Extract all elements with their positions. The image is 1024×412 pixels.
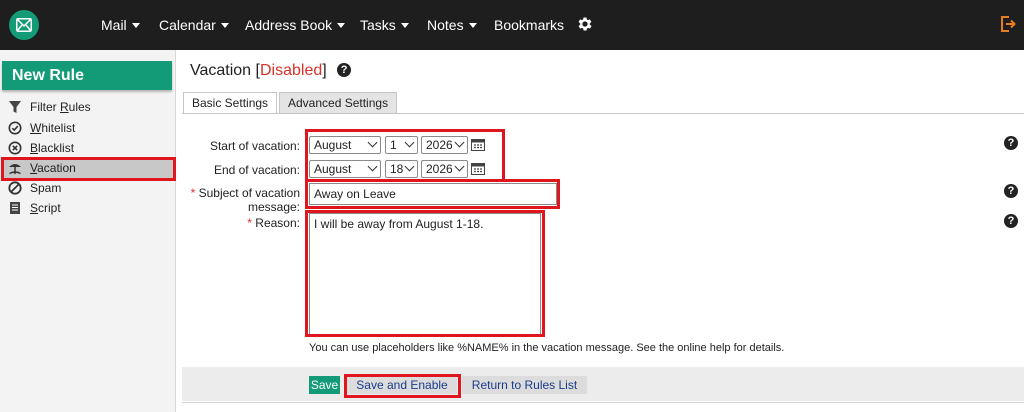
nav-address-book[interactable]: Address Book (245, 0, 346, 50)
nav-tasks-label: Tasks (360, 17, 396, 33)
help-icon[interactable]: ? (1004, 136, 1018, 150)
sidebar-item-filter-rules[interactable]: Filter Rules (2, 97, 174, 117)
chevron-down-icon (337, 22, 346, 28)
gear-icon[interactable] (576, 15, 594, 33)
chevron-down-icon (400, 22, 409, 28)
sidebar-item-label: Spam (30, 181, 62, 195)
subject-label-line1: Subject of vacation (198, 186, 300, 200)
highlight-vacation-item (1, 157, 176, 181)
nav-address-book-label: Address Book (245, 17, 333, 33)
sidebar-item-spam[interactable]: Spam (2, 178, 174, 198)
highlight-date-range (305, 129, 505, 182)
chevron-down-icon (468, 22, 477, 28)
nav-bookmarks-label: Bookmarks (494, 17, 565, 33)
top-navigation-bar: Mail Calendar Address Book Tasks Notes B… (0, 0, 1024, 50)
funnel-icon (9, 101, 21, 113)
divider (182, 402, 1024, 403)
nav-notes[interactable]: Notes (427, 0, 477, 50)
page-title: Vacation [Disabled] ? (190, 62, 352, 80)
highlight-reason (305, 210, 545, 337)
placeholder-hint: You can use placeholders like %NAME% in … (309, 342, 785, 354)
nav-calendar-label: Calendar (159, 17, 216, 33)
chevron-down-icon (220, 22, 229, 28)
save-button[interactable]: Save (309, 376, 340, 394)
sidebar-item-script[interactable]: Script (2, 198, 174, 218)
chevron-down-icon (131, 22, 140, 28)
logout-icon[interactable] (1000, 15, 1016, 33)
return-to-rules-button[interactable]: Return to Rules List (462, 376, 587, 394)
reason-label-text: Reason: (255, 216, 300, 230)
nav-notes-label: Notes (427, 17, 464, 33)
required-marker: * (190, 186, 196, 200)
nav-mail[interactable]: Mail (101, 0, 140, 50)
reason-label: * Reason: (190, 216, 300, 230)
no-entry-icon (8, 181, 22, 195)
sidebar-item-label: Filter Rules (30, 100, 91, 114)
sidebar-item-blacklist[interactable]: Blacklist (2, 138, 174, 158)
script-icon (10, 202, 20, 214)
nav-mail-label: Mail (101, 17, 127, 33)
highlight-subject (305, 179, 560, 209)
highlight-save-enable (344, 374, 461, 398)
nav-tasks[interactable]: Tasks (360, 0, 409, 50)
subject-label: * Subject of vacation message: (190, 186, 300, 214)
end-vacation-label: End of vacation: (213, 163, 300, 177)
required-marker: * (247, 216, 252, 230)
new-rule-button[interactable]: New Rule (2, 61, 172, 90)
start-vacation-label: Start of vacation: (209, 139, 300, 153)
sidebar-item-label: Blacklist (30, 141, 75, 155)
help-icon[interactable]: ? (1004, 184, 1018, 198)
nav-bookmarks[interactable]: Bookmarks (494, 0, 564, 50)
check-circle-icon (8, 121, 22, 135)
tab-basic-settings[interactable]: Basic Settings (183, 92, 278, 114)
sidebar-item-label: Whitelist (30, 121, 76, 135)
sidebar-item-label: Script (30, 201, 61, 215)
tab-divider (182, 113, 1024, 114)
help-icon[interactable]: ? (1004, 214, 1018, 228)
nav-calendar[interactable]: Calendar (159, 0, 229, 50)
x-circle-icon (8, 141, 22, 155)
status-bracket-close: ] (322, 62, 327, 79)
subject-label-line2: message: (247, 200, 300, 214)
status-badge: Disabled (259, 62, 323, 79)
tab-advanced-settings[interactable]: Advanced Settings (279, 92, 398, 114)
sidebar-item-whitelist[interactable]: Whitelist (2, 118, 174, 138)
app-logo-icon[interactable] (9, 10, 39, 40)
page-title-text: Vacation (190, 62, 252, 79)
help-icon[interactable]: ? (337, 62, 352, 77)
